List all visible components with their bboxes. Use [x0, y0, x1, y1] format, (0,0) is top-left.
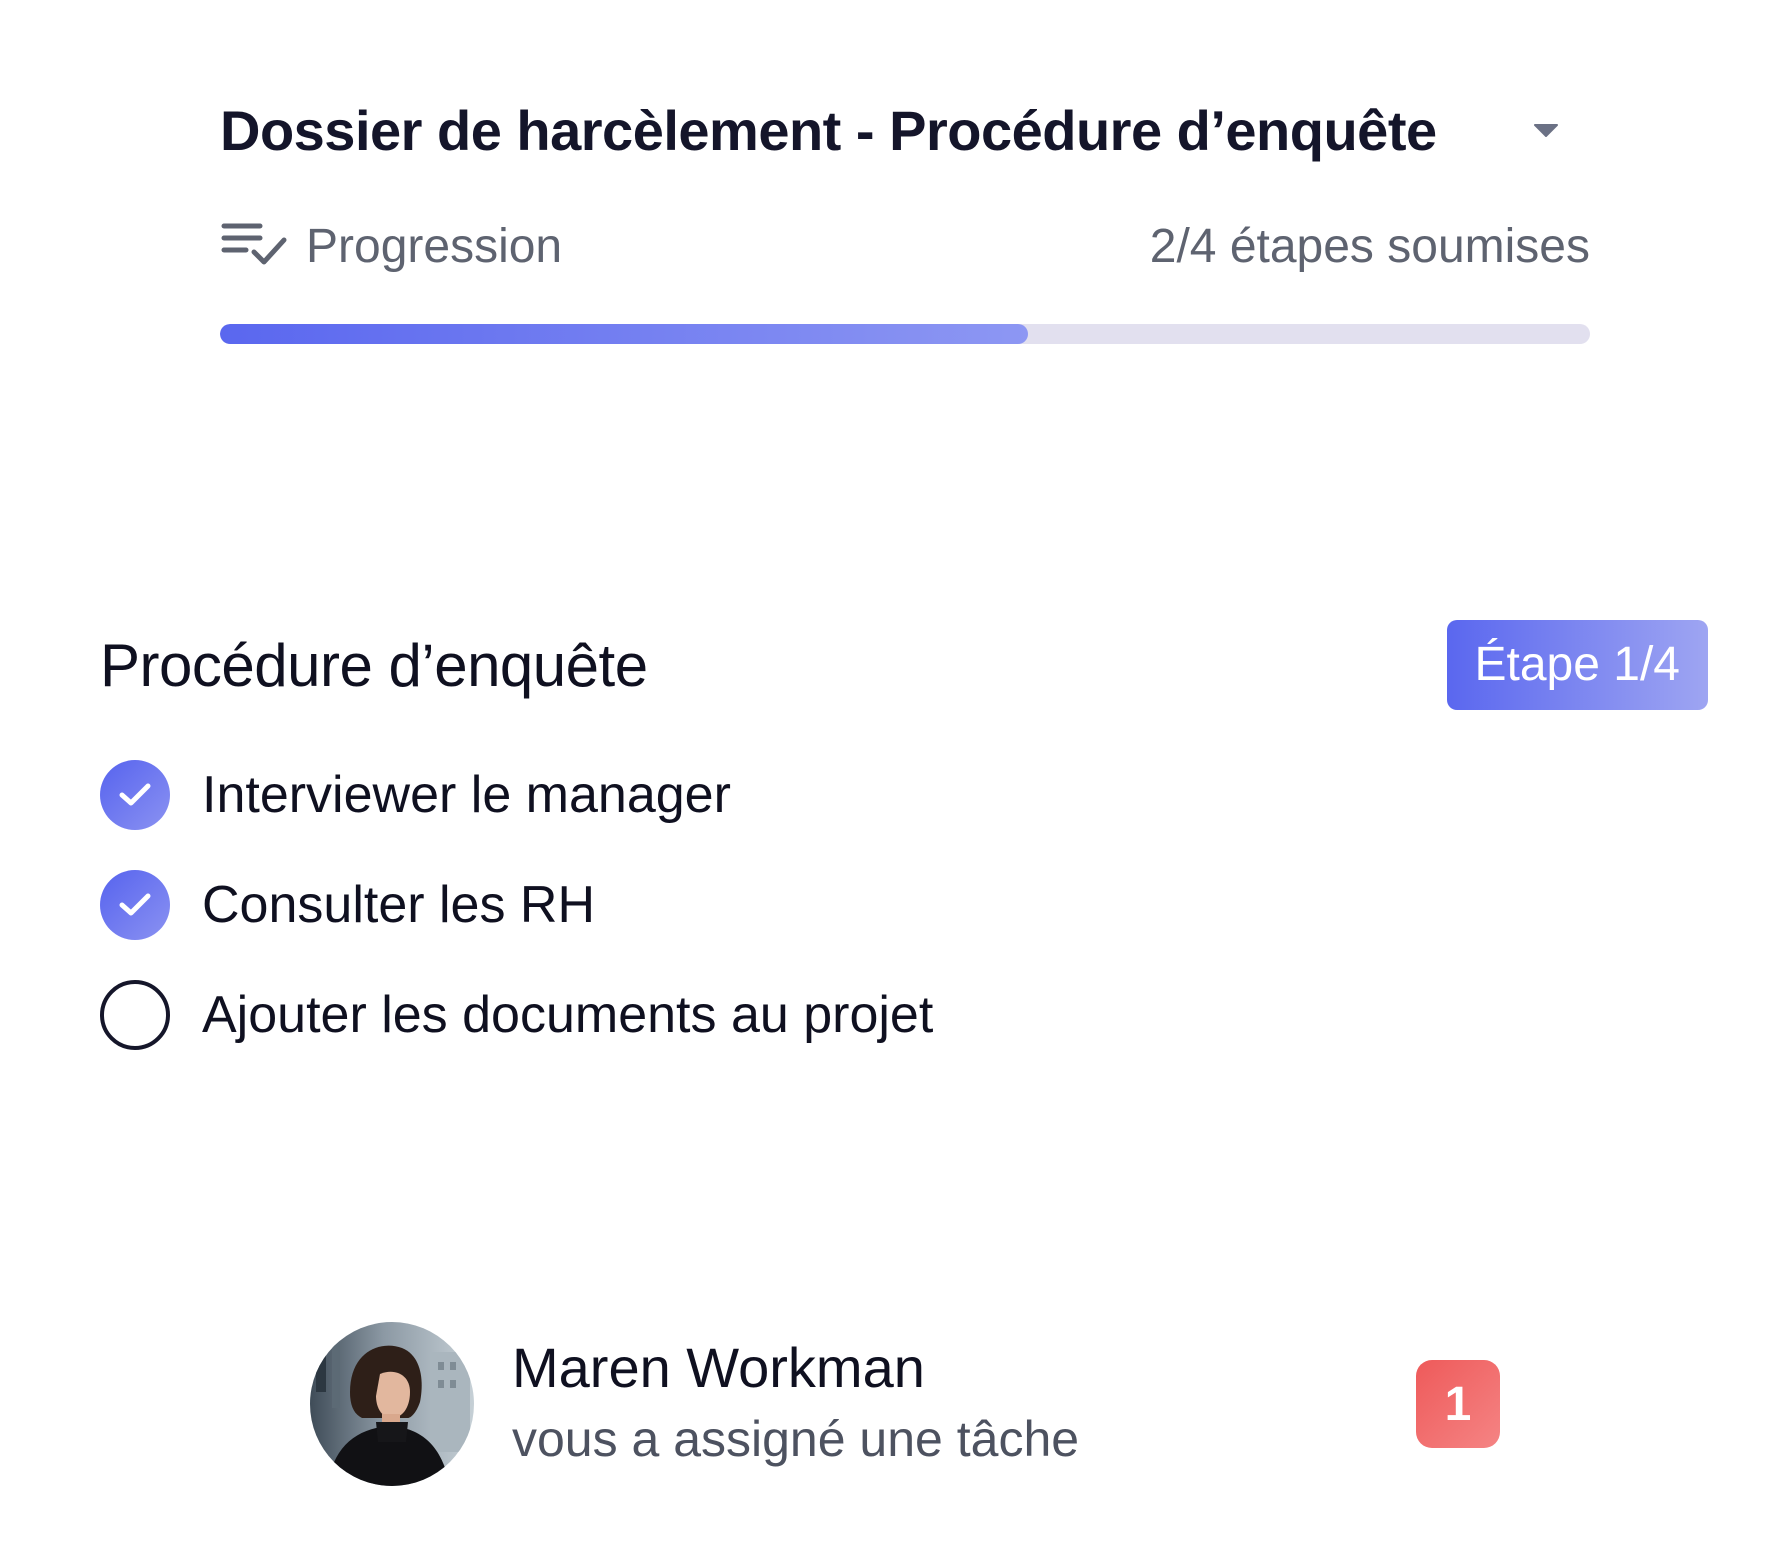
notification-count-badge[interactable]: 1 [1416, 1360, 1500, 1448]
procedure-section: Procédure d’enquête Étape 1/4 Interviewe… [100, 620, 1710, 1070]
progress-label: Progression [306, 219, 563, 273]
task-item[interactable]: Interviewer le manager [100, 740, 1710, 850]
checked-circle-icon[interactable] [100, 870, 170, 940]
assigner-name: Maren Workman [512, 1336, 925, 1399]
step-badge: Étape 1/4 [1446, 620, 1708, 710]
progress-heading: Progression [220, 219, 562, 274]
task-item[interactable]: Consulter les RH [100, 850, 1710, 960]
assignment-notification[interactable]: Maren Workman vous a assigné une tâche 1 [310, 1322, 1500, 1486]
progress-bar [220, 324, 1590, 344]
progress-count: 2/4 étapes soumises [1149, 219, 1590, 273]
task-label: Ajouter les documents au projet [202, 986, 934, 1044]
dossier-header: Dossier de harcèlement - Procédure d’enq… [220, 90, 1590, 170]
empty-circle-icon[interactable] [100, 980, 170, 1050]
avatar [310, 1322, 474, 1486]
progress-bar-fill [220, 324, 1029, 344]
checklist-icon [220, 220, 288, 273]
procedure-header: Procédure d’enquête Étape 1/4 [100, 620, 1710, 710]
task-item[interactable]: Ajouter les documents au projet [100, 960, 1710, 1070]
dossier-title: Dossier de harcèlement - Procédure d’enq… [220, 98, 1437, 162]
task-label: Consulter les RH [202, 876, 596, 934]
task-label: Interviewer le manager [202, 766, 731, 824]
notification-text: Maren Workman vous a assigné une tâche [512, 1333, 1416, 1475]
procedure-title: Procédure d’enquête [100, 631, 648, 699]
checked-circle-icon[interactable] [100, 760, 170, 830]
notification-message: vous a assigné une tâche [512, 1411, 1080, 1467]
task-list: Interviewer le manager Consulter les RH … [100, 740, 1710, 1070]
caret-down-icon[interactable] [1516, 110, 1576, 150]
progress-row: Progression 2/4 étapes soumises [220, 216, 1590, 276]
dossier-card: Dossier de harcèlement - Procédure d’enq… [220, 90, 1590, 344]
